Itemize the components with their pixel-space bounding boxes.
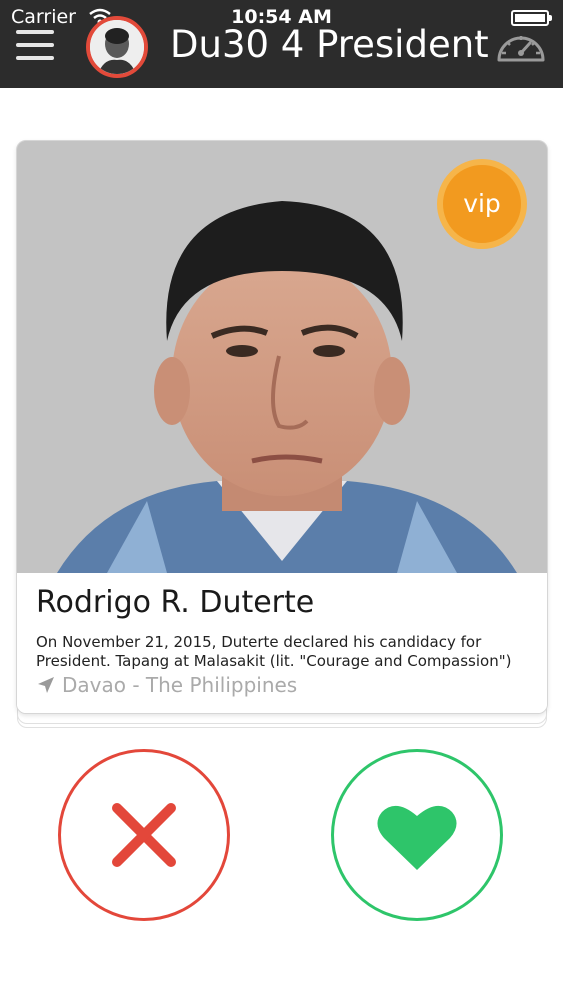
- speedometer-icon[interactable]: [494, 22, 548, 70]
- avatar-portrait-icon: [90, 20, 144, 74]
- user-avatar[interactable]: [86, 16, 148, 78]
- heart-icon: [377, 805, 457, 870]
- profile-photo: vip: [17, 141, 547, 573]
- app-title: Du30 4 President: [170, 23, 489, 66]
- profile-location: Davao - The Philippines: [36, 673, 297, 697]
- x-icon: [112, 803, 176, 867]
- profile-description: On November 21, 2015, Duterte declared h…: [36, 633, 512, 670]
- hamburger-menu-icon[interactable]: [16, 30, 54, 60]
- location-arrow-icon: [38, 677, 54, 693]
- like-button[interactable]: [331, 749, 503, 921]
- profile-info: Rodrigo R. Duterte On November 21, 2015,…: [17, 573, 547, 713]
- vip-badge: vip: [437, 159, 527, 249]
- top-bar: Carrier 10:54 AM Du30 4 President: [0, 0, 563, 88]
- profile-name: Rodrigo R. Duterte: [36, 585, 315, 620]
- dislike-button[interactable]: [58, 749, 230, 921]
- profile-card[interactable]: vip Rodrigo R. Duterte On November 21, 2…: [16, 140, 548, 714]
- location-label: Davao - The Philippines: [62, 673, 298, 697]
